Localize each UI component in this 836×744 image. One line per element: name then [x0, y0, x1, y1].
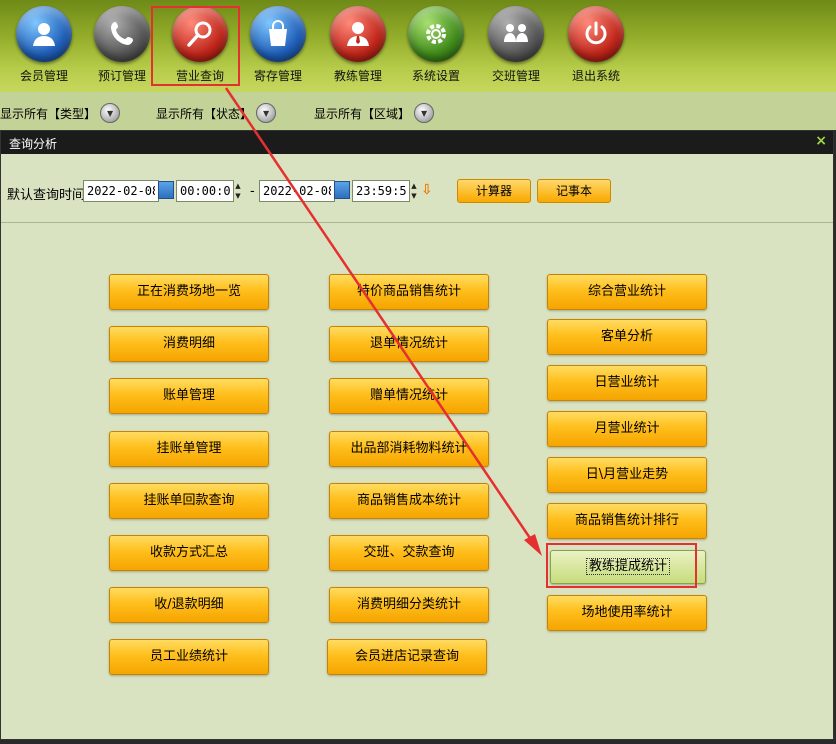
- panel-title-bar: 查询分析 ×: [1, 131, 833, 154]
- report-button[interactable]: 商品销售成本统计: [329, 483, 489, 519]
- filter-area-label: 显示所有【区域】: [314, 106, 411, 121]
- chevron-down-icon[interactable]: ▼: [414, 103, 435, 123]
- range-dash: -: [250, 184, 255, 199]
- report-button[interactable]: 赠单情况统计: [329, 378, 489, 414]
- coach-icon: [330, 6, 386, 62]
- report-button[interactable]: 收/退款明细: [109, 587, 269, 623]
- filter-area-dropdown[interactable]: 显示所有【区域】 ▼: [314, 103, 435, 123]
- report-button[interactable]: 退单情况统计: [329, 326, 489, 362]
- start-date-input[interactable]: [83, 180, 159, 202]
- toolbar-handover-management[interactable]: 交班管理: [480, 4, 552, 86]
- toolbar-label: 寄存管理: [253, 69, 302, 83]
- main-toolbar: 会员管理 预订管理 营业查询 寄存管理 教练管理 系统设置 交班管理 退出系统: [0, 0, 836, 92]
- spin-stepper-icon[interactable]: ▲ ▼: [232, 181, 244, 201]
- toolbar-label: 系统设置: [411, 69, 460, 83]
- report-button[interactable]: 会员进店记录查询: [327, 639, 487, 675]
- chevron-down-icon[interactable]: ▼: [100, 103, 121, 123]
- calendar-icon[interactable]: [334, 181, 350, 199]
- report-button[interactable]: 综合营业统计: [547, 274, 707, 310]
- member-icon: [16, 6, 72, 62]
- spin-stepper-icon[interactable]: ▲ ▼: [408, 181, 420, 201]
- filter-type-label: 显示所有【类型】: [0, 106, 97, 121]
- report-button[interactable]: 消费明细分类统计: [329, 587, 489, 623]
- report-button[interactable]: 出品部消耗物料统计: [329, 431, 489, 467]
- annotation-selection-box: [546, 543, 697, 588]
- close-icon[interactable]: ×: [815, 133, 827, 149]
- annotation-highlight-box: [151, 6, 240, 86]
- report-button[interactable]: 账单管理: [109, 378, 269, 414]
- report-button[interactable]: 员工业绩统计: [109, 639, 269, 675]
- start-time-input[interactable]: [176, 180, 234, 202]
- toolbar-label: 会员管理: [19, 69, 68, 83]
- toolbar-coach-management[interactable]: 教练管理: [322, 4, 394, 86]
- filter-status-label: 显示所有【状态】: [156, 106, 253, 121]
- toolbar-label: 教练管理: [333, 69, 382, 83]
- power-icon: [568, 6, 624, 62]
- toolbar-label: 退出系统: [571, 69, 620, 83]
- handover-icon: [488, 6, 544, 62]
- calculator-button[interactable]: 计算器: [457, 179, 531, 203]
- toolbar-label: 交班管理: [491, 69, 540, 83]
- query-time-row: 默认查询时间 ▲▼ - ▲▼ ⇩ 计算器 记事本: [1, 154, 833, 223]
- report-button[interactable]: 日\月营业走势: [547, 457, 707, 493]
- report-button[interactable]: 收款方式汇总: [109, 535, 269, 571]
- filter-type-dropdown[interactable]: 显示所有【类型】 ▼: [0, 103, 121, 123]
- filter-status-dropdown[interactable]: 显示所有【状态】 ▼: [156, 103, 277, 123]
- report-button[interactable]: 场地使用率统计: [547, 595, 707, 631]
- report-button[interactable]: 正在消费场地一览: [109, 274, 269, 310]
- chevron-down-icon[interactable]: ▼: [256, 103, 277, 123]
- report-button[interactable]: 挂账单管理: [109, 431, 269, 467]
- toolbar-exit-system[interactable]: 退出系统: [560, 4, 632, 86]
- report-button[interactable]: 月营业统计: [547, 411, 707, 447]
- report-button[interactable]: 消费明细: [109, 326, 269, 362]
- panel-title: 查询分析: [9, 137, 58, 151]
- toolbar-reservation-management[interactable]: 预订管理: [86, 4, 158, 86]
- gear-icon: [408, 6, 464, 62]
- arrow-down-icon[interactable]: ⇩: [421, 182, 433, 198]
- filter-bar: 显示所有【类型】 ▼ 显示所有【状态】 ▼ 显示所有【区域】 ▼: [0, 92, 836, 130]
- report-button[interactable]: 挂账单回款查询: [109, 483, 269, 519]
- toolbar-storage-management[interactable]: 寄存管理: [242, 4, 314, 86]
- bag-icon: [250, 6, 306, 62]
- report-button[interactable]: 客单分析: [547, 319, 707, 355]
- report-button[interactable]: 商品销售统计排行: [547, 503, 707, 539]
- notepad-button[interactable]: 记事本: [537, 179, 611, 203]
- report-button[interactable]: 交班、交款查询: [329, 535, 489, 571]
- end-date-input[interactable]: [259, 180, 335, 202]
- end-time-input[interactable]: [352, 180, 410, 202]
- toolbar-label: 预订管理: [97, 69, 146, 83]
- report-button[interactable]: 日营业统计: [547, 365, 707, 401]
- calendar-icon[interactable]: [158, 181, 174, 199]
- toolbar-member-management[interactable]: 会员管理: [8, 4, 80, 86]
- report-button[interactable]: 特价商品销售统计: [329, 274, 489, 310]
- query-time-label: 默认查询时间: [7, 188, 86, 203]
- phone-icon: [94, 6, 150, 62]
- toolbar-system-settings[interactable]: 系统设置: [400, 4, 472, 86]
